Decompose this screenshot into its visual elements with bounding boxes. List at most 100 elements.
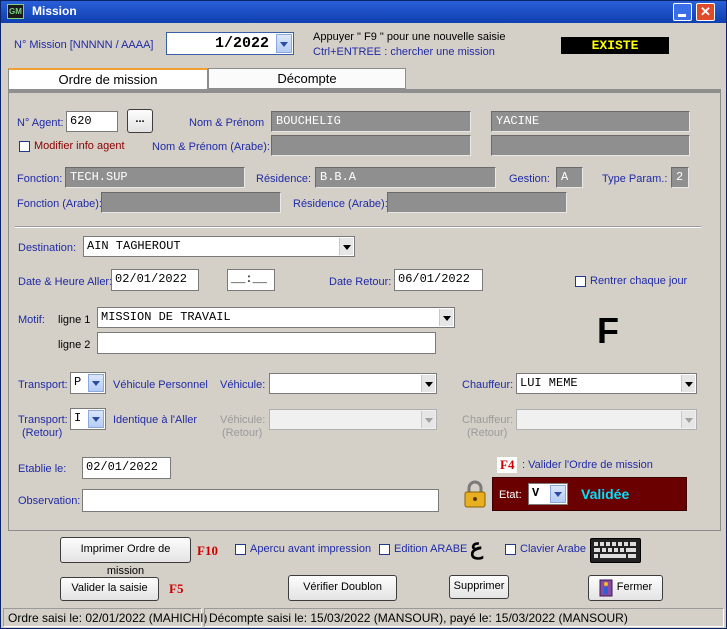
status-badge: EXISTE: [561, 37, 669, 54]
status-bar-left: Ordre saisi le: 02/01/2022 (MAHICHI): [3, 608, 207, 627]
fermer-button[interactable]: Fermer: [588, 575, 663, 601]
chevron-down-icon[interactable]: [88, 374, 104, 392]
rentrer-checkbox[interactable]: [575, 276, 586, 287]
mission-number-combo[interactable]: 1/2022: [166, 32, 294, 55]
title-bar: GM Mission ✕: [1, 1, 726, 23]
date-aller-label: Date & Heure Aller:: [18, 276, 113, 288]
modify-agent-label: Modifier info agent: [34, 140, 125, 152]
type-param-field: 2: [671, 167, 689, 188]
chauffeur-combo[interactable]: LUI MEME: [516, 373, 697, 394]
etat-value: V: [532, 486, 540, 500]
divider: [15, 226, 701, 228]
window-title: Mission: [32, 4, 77, 18]
gestion-label: Gestion:: [509, 173, 550, 185]
chevron-down-icon[interactable]: [276, 34, 292, 53]
vehicule-retour-label-2: (Retour): [222, 427, 263, 439]
transport-retour-label: Transport:: [18, 414, 68, 426]
big-letter: F: [597, 310, 619, 351]
observation-input[interactable]: [82, 489, 439, 512]
vehicule-retour-label: Véhicule:: [220, 414, 266, 426]
f10-key: F10: [197, 543, 218, 558]
destination-value: AIN TAGHEROUT: [87, 239, 181, 253]
chevron-down-icon[interactable]: [439, 309, 453, 326]
chevron-down-icon[interactable]: [421, 411, 435, 428]
observation-label: Observation:: [18, 495, 81, 507]
clavier-arabe-checkbox[interactable]: [505, 544, 516, 555]
ligne1-label: ligne 1: [58, 314, 91, 326]
edition-arabe-checkbox[interactable]: [379, 544, 390, 555]
modify-agent-checkbox[interactable]: [19, 141, 30, 152]
chevron-down-icon[interactable]: [681, 411, 695, 428]
chauffeur-retour-combo[interactable]: [516, 409, 697, 430]
chauffeur-value: LUI MEME: [520, 376, 578, 390]
prenom-field: YACINE: [491, 111, 690, 132]
f4-key: F4: [497, 457, 518, 473]
agent-number-input[interactable]: 620: [66, 111, 118, 132]
arabic-letter-icon: ع: [470, 534, 484, 559]
clavier-arabe-label: Clavier Arabe: [520, 543, 587, 555]
transport-combo[interactable]: P: [70, 372, 106, 394]
hint-new-entry: Appuyer " F9 " pour une nouvelle saisie: [313, 31, 506, 43]
motif-ligne1-value: MISSION DE TRAVAIL: [101, 310, 231, 324]
mission-number-label: N° Mission [NNNNN / AAAA]: [14, 39, 154, 51]
transport-desc: Véhicule Personnel: [113, 379, 208, 391]
destination-combo[interactable]: AIN TAGHEROUT: [83, 236, 355, 257]
exit-door-icon: [599, 579, 613, 597]
close-button[interactable]: ✕: [696, 3, 715, 21]
transport-label: Transport:: [18, 379, 68, 391]
destination-label: Destination:: [18, 242, 77, 254]
gestion-field: A: [556, 167, 583, 188]
type-param-label: Type Param.:: [602, 173, 668, 185]
lock-icon: [463, 479, 487, 509]
transport-value: P: [74, 375, 82, 389]
etat-combo[interactable]: V: [528, 483, 568, 505]
rentrer-label: Rentrer chaque jour: [590, 275, 688, 287]
etat-label: Etat:: [499, 489, 522, 501]
transport-retour-value: I: [74, 411, 82, 425]
residence-arabic-label: Résidence (Arabe):: [293, 198, 388, 210]
hint-search: Ctrl+ENTREE : chercher une mission: [313, 46, 495, 58]
date-aller-input[interactable]: 02/01/2022: [111, 269, 199, 291]
etablie-label: Etablie le:: [18, 463, 67, 475]
name-arabic-label: Nom & Prénom (Arabe):: [152, 141, 270, 153]
residence-label: Résidence:: [256, 173, 312, 185]
valider-saisie-button[interactable]: Valider la saisie: [60, 577, 159, 601]
fonction-field: TECH.SUP: [65, 167, 245, 188]
date-retour-label: Date Retour:: [329, 276, 392, 288]
transport-retour-label-2: (Retour): [22, 427, 63, 439]
residence-arabic-field: [387, 192, 567, 213]
vehicule-retour-combo[interactable]: [269, 409, 437, 430]
tab-decompte[interactable]: Décompte: [208, 68, 406, 89]
date-retour-input[interactable]: 06/01/2022: [394, 269, 483, 291]
chevron-down-icon[interactable]: [681, 375, 695, 392]
mission-window: GM Mission ✕ N° Mission [NNNNN / AAAA] 1…: [0, 0, 727, 629]
chevron-down-icon[interactable]: [421, 375, 435, 392]
vehicule-combo[interactable]: [269, 373, 437, 394]
mission-number-value: 1/2022: [214, 35, 269, 52]
ligne2-label: ligne 2: [58, 339, 91, 351]
agent-lookup-button[interactable]: ...: [127, 109, 153, 133]
app-icon: GM: [7, 4, 24, 19]
chevron-down-icon[interactable]: [339, 238, 353, 255]
heure-aller-input[interactable]: __:__: [227, 269, 275, 291]
residence-field: B.B.A: [315, 167, 496, 188]
transport-retour-combo[interactable]: I: [70, 408, 106, 430]
keyboard-icon[interactable]: [590, 538, 641, 563]
status-bar-right: Décompte saisi le: 15/03/2022 (MANSOUR),…: [204, 608, 724, 627]
f5-key: F5: [169, 581, 184, 596]
supprimer-button[interactable]: Supprimer: [449, 575, 509, 599]
print-ordre-button[interactable]: Imprimer Ordre de mission: [60, 537, 191, 577]
transport-retour-desc: Identique à l'Aller: [113, 414, 198, 426]
tab-ordre-de-mission[interactable]: Ordre de mission: [8, 68, 208, 90]
minimize-button[interactable]: [673, 3, 692, 21]
chevron-down-icon[interactable]: [550, 485, 566, 503]
etablie-input[interactable]: 02/01/2022: [82, 457, 171, 479]
chevron-down-icon[interactable]: [88, 410, 104, 428]
apercu-checkbox[interactable]: [235, 544, 246, 555]
chauffeur-retour-label: Chauffeur:: [462, 414, 514, 426]
motif-ligne1-combo[interactable]: MISSION DE TRAVAIL: [97, 307, 455, 328]
motif-ligne2-input[interactable]: [97, 332, 436, 354]
f4-label: : Valider l'Ordre de mission: [522, 459, 653, 471]
fonction-arabic-label: Fonction (Arabe):: [17, 198, 102, 210]
verifier-doublon-button[interactable]: Vérifier Doublon: [288, 575, 397, 601]
